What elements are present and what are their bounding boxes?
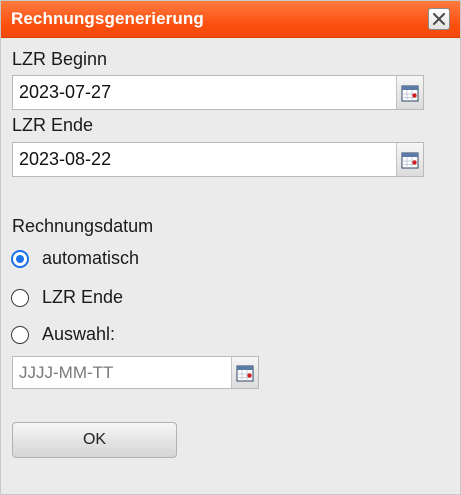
lzr-begin-calendar-button[interactable]	[396, 76, 423, 109]
invoice-date-input[interactable]: JJJJ-MM-TT	[12, 356, 259, 389]
radio-automatic[interactable]	[11, 250, 29, 268]
close-button[interactable]	[428, 8, 450, 30]
lzr-end-value: 2023-08-22	[19, 149, 112, 169]
calendar-icon	[236, 364, 254, 382]
radio-selection[interactable]	[11, 326, 29, 344]
dialog-title: Rechnungsgenerierung	[11, 9, 204, 28]
lzr-end-field[interactable]: 2023-08-22	[12, 142, 424, 177]
close-icon	[433, 13, 445, 25]
calendar-icon	[401, 84, 419, 102]
lzr-end-calendar-button[interactable]	[396, 143, 423, 176]
dialog-titlebar[interactable]: Rechnungsgenerierung	[1, 1, 460, 38]
invoice-date-placeholder: JJJJ-MM-TT	[19, 363, 114, 382]
lzr-begin-field[interactable]: 2023-07-27	[12, 75, 424, 110]
lzr-end-label: LZR Ende	[12, 115, 94, 135]
ok-button[interactable]: OK	[12, 422, 177, 458]
invoice-date-calendar-button[interactable]	[231, 357, 258, 388]
invoice-generation-dialog: Rechnungsgenerierung LZR Beginn 2023-07-…	[0, 0, 461, 495]
lzr-begin-value: 2023-07-27	[19, 82, 112, 102]
calendar-icon	[401, 151, 419, 169]
radio-automatic-label[interactable]: automatisch	[42, 248, 139, 269]
radio-lzr-end-label[interactable]: LZR Ende	[42, 287, 123, 308]
radio-selection-label[interactable]: Auswahl:	[42, 324, 115, 345]
lzr-begin-label: LZR Beginn	[12, 49, 108, 69]
invoice-date-label: Rechnungsdatum	[12, 216, 154, 236]
radio-lzr-end[interactable]	[11, 289, 29, 307]
